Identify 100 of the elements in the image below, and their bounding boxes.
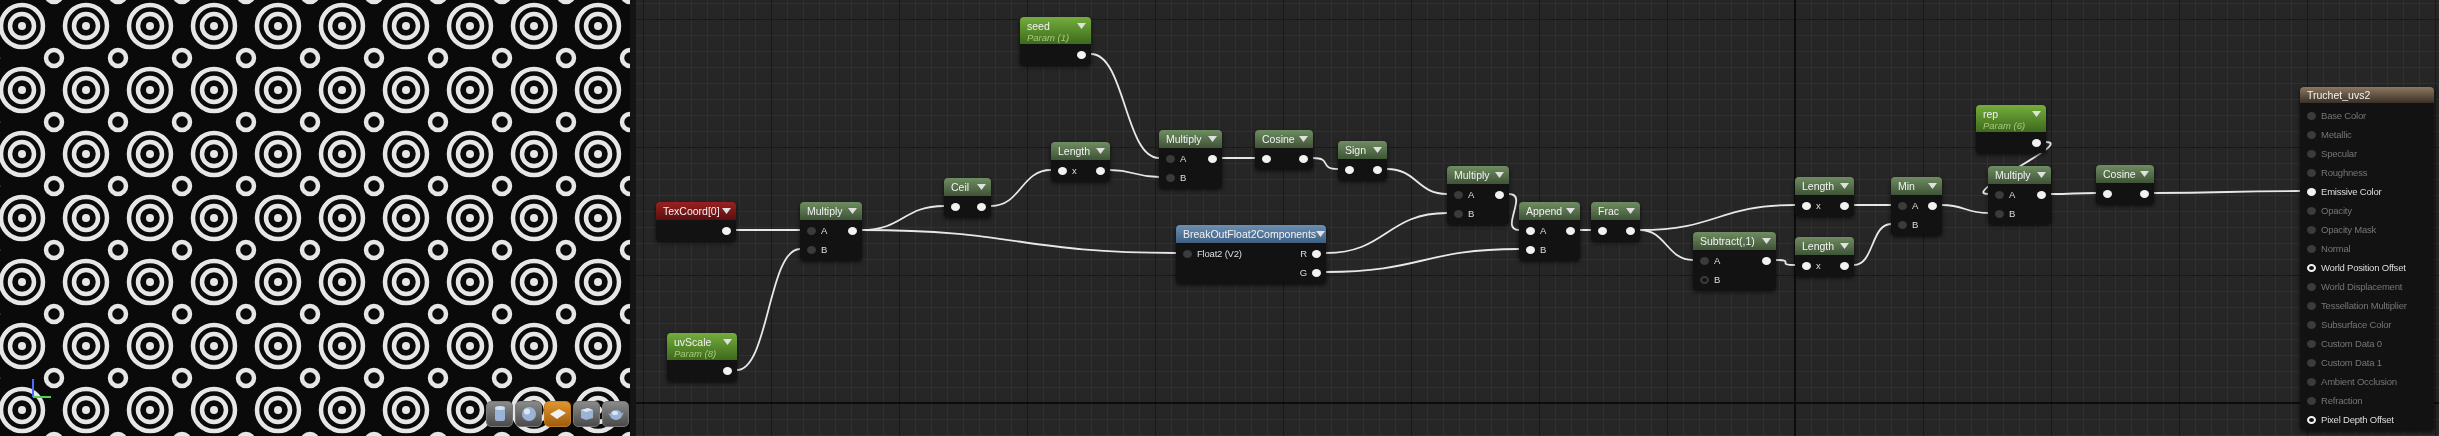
preview-mesh-button[interactable] <box>544 401 571 427</box>
pin-handle[interactable] <box>977 202 986 211</box>
pin-handle[interactable] <box>722 226 731 235</box>
node-header[interactable]: Ceil <box>944 178 991 196</box>
pin-handle[interactable] <box>1802 261 1811 270</box>
graph-node[interactable]: seed Param (1) <box>1020 17 1091 65</box>
pin-handle[interactable] <box>1840 201 1849 210</box>
pin-handle[interactable] <box>1700 275 1709 284</box>
caret-icon[interactable] <box>1096 148 1105 154</box>
pin-handle[interactable] <box>2307 130 2316 139</box>
node-header[interactable]: Length <box>1795 237 1854 255</box>
caret-icon[interactable] <box>1373 147 1382 153</box>
graph-node[interactable]: uvScale Param (8) <box>667 333 737 381</box>
caret-icon[interactable] <box>1316 231 1326 237</box>
graph-node[interactable]: Min A B <box>1891 177 1942 235</box>
graph-node[interactable]: Multiply A B <box>1988 166 2051 224</box>
node-header[interactable]: Truchet_uvs2 <box>2300 87 2434 103</box>
node-header[interactable]: Length <box>1051 142 1110 160</box>
graph-node[interactable]: Sign <box>1338 141 1387 180</box>
pin-handle[interactable] <box>1840 261 1849 270</box>
pin-handle[interactable] <box>2032 138 2041 147</box>
caret-icon[interactable] <box>1762 238 1771 244</box>
pin-handle[interactable] <box>1762 256 1771 265</box>
pin-handle[interactable] <box>1526 226 1535 235</box>
pin-handle[interactable] <box>2307 149 2316 158</box>
pin-handle[interactable] <box>2307 206 2316 215</box>
pin-handle[interactable] <box>1373 165 1382 174</box>
graph-node[interactable]: Length x <box>1795 177 1854 216</box>
graph-node[interactable]: Frac <box>1591 202 1640 241</box>
node-header[interactable]: Cosine <box>2096 165 2154 183</box>
pin-handle[interactable] <box>1096 166 1105 175</box>
pin-handle[interactable] <box>2307 168 2316 177</box>
pin-handle[interactable] <box>1995 190 2004 199</box>
pin-handle[interactable] <box>1454 190 1463 199</box>
graph-node[interactable]: TexCoord[0] <box>656 202 736 241</box>
graph-node[interactable]: Multiply A B <box>800 202 862 260</box>
pin-handle[interactable] <box>1058 166 1067 175</box>
preview-mesh-button[interactable] <box>515 401 542 427</box>
pin-handle[interactable] <box>1898 201 1907 210</box>
pin-handle[interactable] <box>1995 209 2004 218</box>
pin-handle[interactable] <box>1312 268 1321 277</box>
graph-node[interactable]: BreakOutFloat2Components Float2 (V2) R G <box>1176 225 1326 283</box>
pin-handle[interactable] <box>1928 201 1937 210</box>
pin-handle[interactable] <box>1598 226 1607 235</box>
pin-handle[interactable] <box>848 226 857 235</box>
caret-icon[interactable] <box>1208 136 1217 142</box>
caret-icon[interactable] <box>1840 243 1849 249</box>
pin-handle[interactable] <box>1166 154 1175 163</box>
pin-handle[interactable] <box>1345 165 1354 174</box>
node-header[interactable]: BreakOutFloat2Components <box>1176 225 1326 243</box>
pin-handle[interactable] <box>807 245 816 254</box>
node-header[interactable]: Length <box>1795 177 1854 195</box>
pin-handle[interactable] <box>2307 301 2316 310</box>
graph-node[interactable]: rep Param (6) <box>1976 105 2046 153</box>
node-header[interactable]: Subtract(,1) <box>1693 232 1776 250</box>
node-header[interactable]: Cosine <box>1255 130 1313 148</box>
node-header[interactable]: Sign <box>1338 141 1387 159</box>
pin-handle[interactable] <box>951 202 960 211</box>
caret-icon[interactable] <box>1566 208 1575 214</box>
node-header[interactable]: Multiply <box>1159 130 1222 148</box>
preview-mesh-button[interactable] <box>486 401 513 427</box>
graph-node[interactable]: Cosine <box>2096 165 2154 204</box>
caret-icon[interactable] <box>1928 183 1937 189</box>
graph-node[interactable]: Append A B <box>1519 202 1580 260</box>
node-header[interactable]: Multiply <box>1988 166 2051 184</box>
pin-handle[interactable] <box>2307 111 2316 120</box>
caret-icon[interactable] <box>2037 172 2046 178</box>
pin-handle[interactable] <box>1077 50 1086 59</box>
pin-handle[interactable] <box>807 226 816 235</box>
pin-handle[interactable] <box>1526 245 1535 254</box>
pin-handle[interactable] <box>1183 249 1192 258</box>
pin-handle[interactable] <box>2307 377 2316 386</box>
node-header[interactable]: seed Param (1) <box>1020 17 1091 44</box>
pin-handle[interactable] <box>1262 154 1271 163</box>
pin-handle[interactable] <box>1166 173 1175 182</box>
pin-handle[interactable] <box>1454 209 1463 218</box>
caret-icon[interactable] <box>1495 172 1504 178</box>
graph-node[interactable]: Subtract(,1) A B <box>1693 232 1776 290</box>
pin-handle[interactable] <box>2307 358 2316 367</box>
caret-icon[interactable] <box>722 208 731 214</box>
graph-node[interactable]: Length x <box>1051 142 1110 181</box>
node-header[interactable]: TexCoord[0] <box>656 202 736 220</box>
caret-icon[interactable] <box>848 208 857 214</box>
node-header[interactable]: Append <box>1519 202 1580 220</box>
graph-node[interactable] <box>2300 87 2434 430</box>
caret-icon[interactable] <box>1299 136 1308 142</box>
pin-handle[interactable] <box>1312 249 1321 258</box>
caret-icon[interactable] <box>1840 183 1849 189</box>
caret-icon[interactable] <box>977 184 986 190</box>
node-header[interactable]: uvScale Param (8) <box>667 333 737 360</box>
node-header[interactable]: Min <box>1891 177 1942 195</box>
pin-handle[interactable] <box>1700 256 1709 265</box>
pin-handle[interactable] <box>2307 225 2316 234</box>
preview-mesh-button[interactable] <box>573 401 600 427</box>
pin-handle[interactable] <box>1208 154 1217 163</box>
node-header[interactable]: Frac <box>1591 202 1640 220</box>
node-header[interactable]: Multiply <box>800 202 862 220</box>
pin-handle[interactable] <box>2140 189 2149 198</box>
graph-node[interactable]: Cosine <box>1255 130 1313 169</box>
pin-handle[interactable] <box>2103 189 2112 198</box>
